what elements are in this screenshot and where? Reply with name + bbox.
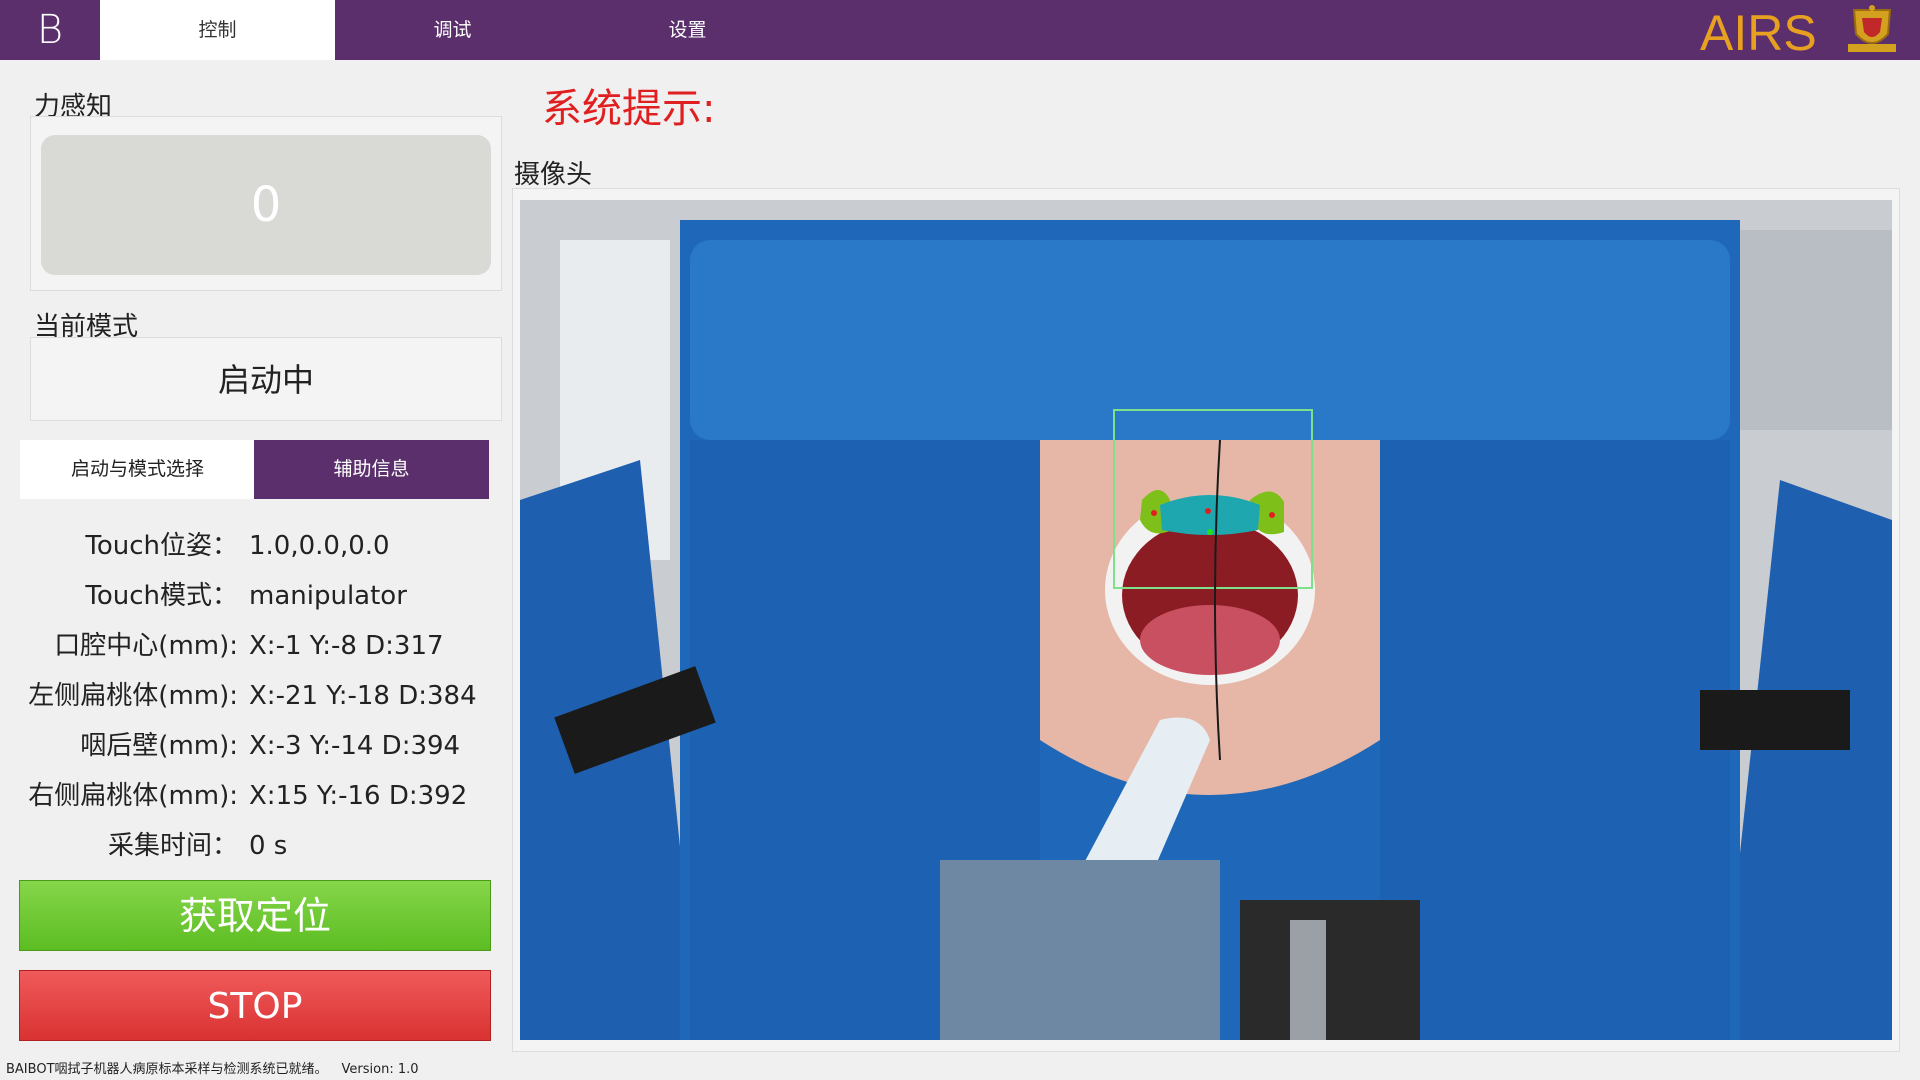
info-value: X:-1 Y:-8 D:317: [249, 631, 444, 661]
tab-settings[interactable]: 设置: [570, 0, 805, 60]
info-value: X:15 Y:-16 D:392: [249, 781, 468, 811]
current-mode-value: 启动中: [30, 337, 502, 421]
tab-control[interactable]: 控制: [100, 0, 335, 60]
info-row-touch-pose: Touch位姿： 1.0,0.0,0.0: [0, 526, 500, 566]
status-bar: BAIBOT咽拭子机器人病原标本采样与检测系统已就绪。 Version: 1.0: [0, 1060, 1920, 1080]
tab-debug[interactable]: 调试: [335, 0, 570, 60]
version-label: Version: 1.0: [341, 1062, 419, 1077]
camera-feed-image: [520, 200, 1892, 1040]
info-row-posterior-pharyngeal-wall: 咽后壁(mm): X:-3 Y:-14 D:394: [0, 726, 500, 766]
app-logo: B: [36, 7, 64, 53]
info-row-left-tonsil: 左侧扁桃体(mm): X:-21 Y:-18 D:384: [0, 676, 500, 716]
system-prompt-title: 系统提示:: [542, 86, 716, 132]
info-value: 1.0,0.0,0.0: [249, 531, 390, 561]
force-value-display: 0: [41, 135, 491, 275]
airs-logo: AIRS: [1700, 5, 1817, 58]
stop-button[interactable]: STOP: [19, 970, 491, 1041]
top-nav-bar: B 控制 调试 设置 AIRS: [0, 0, 1920, 60]
airs-logo-text: AIRS: [1700, 5, 1817, 58]
force-sensing-panel: 0: [30, 116, 502, 291]
info-key: 咽后壁(mm):: [80, 731, 238, 761]
camera-label: 摄像头: [514, 160, 593, 190]
info-row-touch-mode: Touch模式： manipulator: [0, 576, 500, 616]
info-key: 左侧扁桃体(mm):: [28, 681, 238, 711]
info-key: 口腔中心(mm):: [54, 631, 238, 661]
info-value: X:-21 Y:-18 D:384: [249, 681, 477, 711]
tab-start-mode-select[interactable]: 启动与模式选择: [20, 440, 255, 499]
info-row-oral-center: 口腔中心(mm): X:-1 Y:-8 D:317: [0, 626, 500, 666]
university-crest-icon: [1848, 5, 1896, 52]
info-key: Touch模式：: [85, 581, 238, 611]
get-location-button[interactable]: 获取定位: [19, 880, 491, 951]
info-key: 采集时间：: [107, 831, 238, 861]
info-row-right-tonsil: 右侧扁桃体(mm): X:15 Y:-16 D:392: [0, 776, 500, 816]
info-value: manipulator: [249, 581, 407, 611]
tab-auxiliary-info[interactable]: 辅助信息: [254, 440, 489, 499]
info-value: 0 s: [249, 831, 288, 861]
info-value: X:-3 Y:-14 D:394: [249, 731, 461, 761]
info-key: Touch位姿：: [85, 531, 238, 561]
status-message: BAIBOT咽拭子机器人病原标本采样与检测系统已就绪。: [6, 1062, 328, 1077]
info-key: 右侧扁桃体(mm):: [28, 781, 238, 811]
camera-feed: [520, 200, 1892, 1040]
info-row-collection-time: 采集时间： 0 s: [0, 826, 500, 866]
